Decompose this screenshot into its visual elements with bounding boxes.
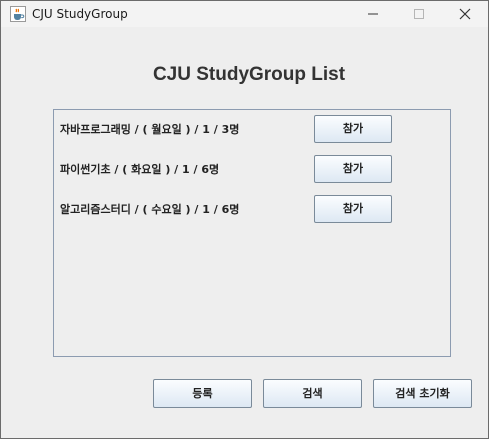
list-item: 자바프로그래밍 / ( 월요일 ) / 1 / 3명 참가 [54, 115, 450, 145]
search-button[interactable]: 검색 [263, 379, 362, 408]
close-icon [459, 8, 471, 20]
maximize-button[interactable] [396, 1, 442, 27]
minimize-icon [368, 13, 378, 15]
study-group-list: 자바프로그래밍 / ( 월요일 ) / 1 / 3명 참가 파이썬기초 / ( … [53, 109, 451, 357]
join-button[interactable]: 참가 [314, 155, 392, 183]
list-item: 알고리즘스터디 / ( 수요일 ) / 1 / 6명 참가 [54, 195, 450, 225]
group-label: 파이썬기초 / ( 화요일 ) / 1 / 6명 [60, 163, 220, 176]
group-label: 자바프로그래밍 / ( 월요일 ) / 1 / 3명 [60, 123, 240, 136]
join-button[interactable]: 참가 [314, 115, 392, 143]
page-title: CJU StudyGroup List [152, 64, 346, 85]
window-title: CJU StudyGroup [32, 7, 128, 21]
register-button[interactable]: 등록 [153, 379, 252, 408]
list-item: 파이썬기초 / ( 화요일 ) / 1 / 6명 참가 [54, 155, 450, 185]
group-label: 알고리즘스터디 / ( 수요일 ) / 1 / 6명 [60, 203, 240, 216]
maximize-icon [414, 9, 424, 19]
close-button[interactable] [442, 1, 488, 27]
app-window: CJU StudyGroup CJU StudyGroup List 자바프로그… [0, 0, 489, 439]
main-content: CJU StudyGroup List 자바프로그래밍 / ( 월요일 ) / … [1, 27, 488, 438]
java-cup-icon [10, 6, 26, 22]
join-button[interactable]: 참가 [314, 195, 392, 223]
reset-search-button[interactable]: 검색 초기화 [373, 379, 472, 408]
minimize-button[interactable] [350, 1, 396, 27]
title-bar[interactable]: CJU StudyGroup [1, 1, 488, 27]
